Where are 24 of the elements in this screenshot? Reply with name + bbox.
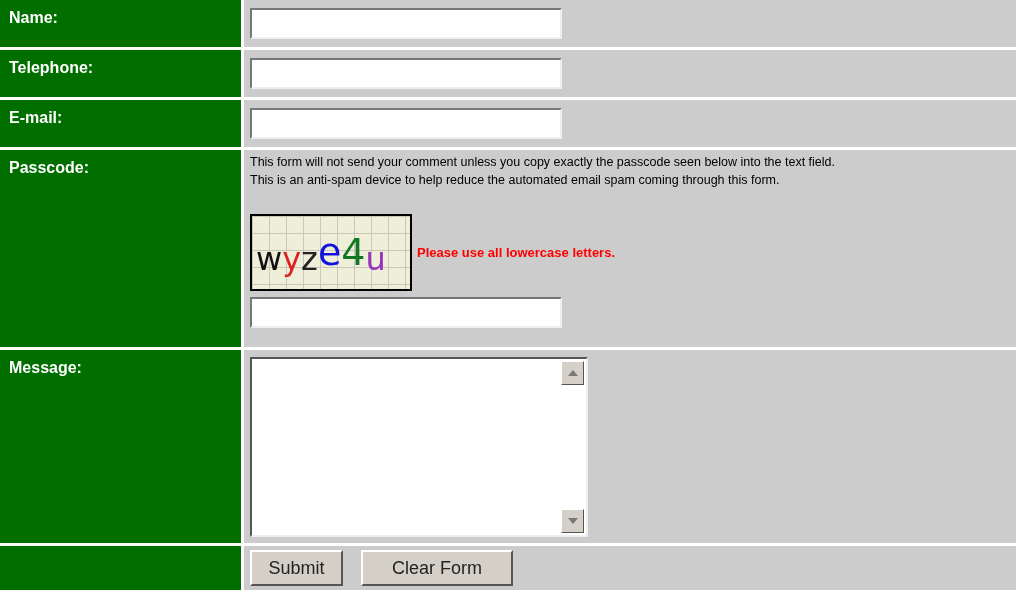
field-label: E-mail: bbox=[9, 109, 63, 126]
passcode-instruction: This is an anti-spam device to help reduce the automated email spam coming through this form. bbox=[250, 172, 780, 189]
captcha-letter: w bbox=[256, 243, 283, 275]
text-field[interactable] bbox=[250, 108, 562, 139]
text-field[interactable] bbox=[250, 58, 562, 89]
field-label: Name: bbox=[9, 9, 58, 26]
field-label: Message: bbox=[9, 359, 82, 376]
captcha-letter: z bbox=[301, 243, 318, 275]
down-arrow-icon bbox=[567, 518, 578, 524]
field-label: Telephone: bbox=[9, 59, 94, 76]
captcha-letter: e bbox=[317, 233, 342, 271]
clear-form-button[interactable]: Clear Form bbox=[361, 550, 513, 586]
text-field[interactable] bbox=[250, 297, 562, 328]
up-arrow-icon bbox=[567, 370, 578, 376]
scroll-up-button[interactable] bbox=[561, 361, 584, 385]
field-label: Passcode: bbox=[9, 159, 90, 176]
captcha-letter: 4 bbox=[341, 233, 366, 271]
submit-button[interactable]: Submit bbox=[250, 550, 343, 586]
passcode-instruction: This form will not send your comment unless you copy exactly the passcode seen below into the text field. bbox=[250, 154, 836, 171]
text-field[interactable] bbox=[250, 8, 562, 39]
captcha-hint: Please use all lowercase letters. bbox=[417, 243, 615, 262]
scroll-down-button[interactable] bbox=[561, 509, 584, 533]
captcha-letter: u bbox=[365, 243, 386, 275]
captcha-letter: y bbox=[282, 243, 302, 275]
